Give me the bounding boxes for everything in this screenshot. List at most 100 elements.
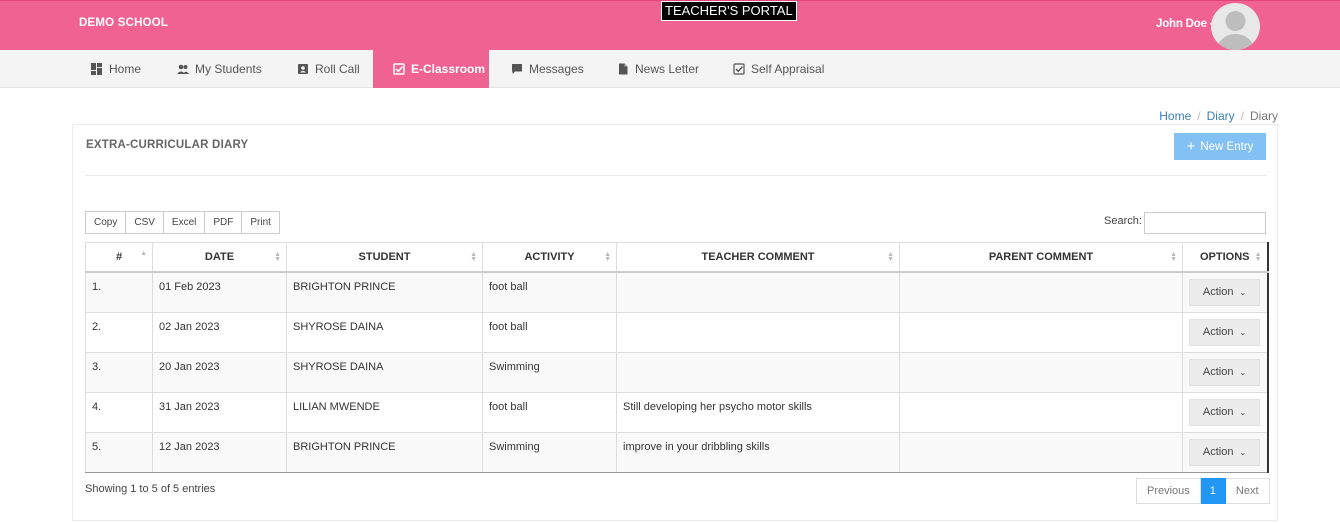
action-dropdown-button[interactable]: Action ⌄ [1189,438,1260,466]
sort-icon: ▲ ▼ [1254,251,1262,263]
page-button-1[interactable]: 1 [1200,478,1226,504]
cell-options: Action ⌄ [1182,391,1269,433]
divider [85,175,1267,176]
column-header-teacher-comment[interactable]: TEACHER COMMENT ▲ ▼ [616,242,900,273]
cell-student: BRIGHTON PRINCE [286,431,483,473]
sort-icon: ▲ ▼ [470,251,477,263]
table-row: 5. 12 Jan 2023 BRIGHTON PRINCE Swimming … [85,431,1269,473]
cell-number: 4. [85,391,153,433]
cell-date: 20 Jan 2023 [152,351,287,393]
cell-number: 1. [85,271,153,313]
sort-asc-icon: ▲ [140,250,147,257]
avatar[interactable] [1211,3,1260,50]
nav-item-self-appraisal[interactable]: Self Appraisal [733,50,824,88]
excel-button[interactable]: Excel [163,211,206,234]
csv-button[interactable]: CSV [126,211,164,234]
sort-icon: ▲ ▼ [887,251,894,263]
cell-parent-comment [899,431,1183,473]
new-entry-label: New Entry [1200,140,1254,153]
document-icon [619,63,628,75]
cell-teacher-comment [616,271,900,313]
cell-options: Action ⌄ [1182,271,1269,313]
breadcrumb-separator: / [1197,109,1201,123]
action-dropdown-button[interactable]: Action ⌄ [1189,358,1260,386]
sort-icon: ▲ ▼ [274,251,281,263]
top-bar: DEMO SCHOOL TEACHER'S PORTAL John Doe - [0,0,1340,50]
nav-item-label: My Students [195,62,262,76]
new-entry-button[interactable]: + New Entry [1174,133,1266,160]
cell-options: Action ⌄ [1182,351,1269,393]
nav-item-news-letter[interactable]: News Letter [617,50,699,88]
action-dropdown-button[interactable]: Action ⌄ [1189,278,1260,306]
chevron-down-icon: ⌄ [1239,407,1247,417]
breadcrumb-home-link[interactable]: Home [1159,109,1191,123]
cell-teacher-comment: improve in your dribbling skills [616,431,900,473]
cell-options: Action ⌄ [1182,311,1269,353]
column-header-activity[interactable]: ACTIVITY ▲ ▼ [482,242,617,273]
cell-activity: foot ball [482,391,617,433]
user-menu[interactable]: John Doe - [1156,18,1214,30]
cell-parent-comment [899,311,1183,353]
breadcrumb: Home / Diary / Diary [1159,109,1278,123]
cell-date: 01 Feb 2023 [152,271,287,313]
nav-item-label: Messages [529,62,584,76]
table-header-row: # ▲ DATE ▲ ▼ STUDENT ▲ ▼ ACTIVITY ▲ ▼ TEACHER C… [85,242,1269,273]
sort-icon: ▲ ▼ [604,251,611,263]
nav-item-my-students[interactable]: My Students [177,50,262,88]
copy-button[interactable]: Copy [85,211,127,234]
nav-item-label: News Letter [635,62,700,76]
nav-item-roll-call[interactable]: Roll Call [297,50,360,88]
diary-panel: EXTRA-CURRICULAR DIARY + New Entry Copy … [72,124,1278,521]
cell-activity: Swimming [482,351,617,393]
page-title: EXTRA-CURRICULAR DIARY [86,139,249,151]
table-row: 1. 01 Feb 2023 BRIGHTON PRINCE foot ball… [85,271,1269,313]
column-header-student[interactable]: STUDENT ▲ ▼ [286,242,483,273]
cell-activity: foot ball [482,271,617,313]
sort-icon: ▲ ▼ [1170,251,1177,263]
search-label: Search: [1104,215,1142,227]
nav-item-messages[interactable]: Messages [511,50,584,88]
breadcrumb-separator: / [1240,109,1244,123]
cell-number: 3. [85,351,153,393]
previous-page-button[interactable]: Previous [1136,478,1201,504]
column-header-parent-comment[interactable]: PARENT COMMENT ▲ ▼ [899,242,1183,273]
cell-teacher-comment: Still developing her psycho motor skills [616,391,900,433]
column-header-options[interactable]: OPTIONS ▲ ▼ [1182,242,1269,273]
cell-activity: foot ball [482,311,617,353]
dashboard-icon [91,63,102,75]
cell-number: 5. [85,431,153,473]
cell-teacher-comment [616,351,900,393]
chevron-down-icon: ⌄ [1239,327,1247,337]
action-dropdown-button[interactable]: Action ⌄ [1189,318,1260,346]
diary-table: # ▲ DATE ▲ ▼ STUDENT ▲ ▼ ACTIVITY ▲ ▼ TEACHER C… [85,242,1269,473]
portal-title: TEACHER'S PORTAL [661,1,797,21]
cell-number: 2. [85,311,153,353]
nav-item-home[interactable]: Home [91,50,141,88]
breadcrumb-diary-link[interactable]: Diary [1207,109,1235,123]
school-name[interactable]: DEMO SCHOOL [79,17,168,29]
cell-student: LILIAN MWENDE [286,391,483,433]
cell-options: Action ⌄ [1182,431,1269,473]
table-row: 4. 31 Jan 2023 LILIAN MWENDE foot ball S… [85,391,1269,433]
print-button[interactable]: Print [242,211,280,234]
contact-card-icon [298,64,308,74]
table-info: Showing 1 to 5 of 5 entries [85,483,216,495]
nav-item-label: Self Appraisal [751,62,825,76]
column-header-date[interactable]: DATE ▲ ▼ [152,242,287,273]
cell-activity: Swimming [482,431,617,473]
cell-student: SHYROSE DAINA [286,311,483,353]
chevron-down-icon: ⌄ [1239,447,1247,457]
plus-icon: + [1186,138,1196,155]
cell-teacher-comment [616,311,900,353]
column-header-number[interactable]: # ▲ [85,242,153,273]
pagination: Previous 1 Next [1136,478,1270,504]
cell-date: 31 Jan 2023 [152,391,287,433]
search-input[interactable] [1144,212,1266,234]
nav-item-e-classroom[interactable]: E-Classroom [373,50,489,88]
table-row: 3. 20 Jan 2023 SHYROSE DAINA Swimming Ac… [85,351,1269,393]
next-page-button[interactable]: Next [1225,478,1270,504]
action-dropdown-button[interactable]: Action ⌄ [1189,398,1260,426]
nav-item-label: Roll Call [315,62,360,76]
cell-parent-comment [899,391,1183,433]
pdf-button[interactable]: PDF [205,211,243,234]
